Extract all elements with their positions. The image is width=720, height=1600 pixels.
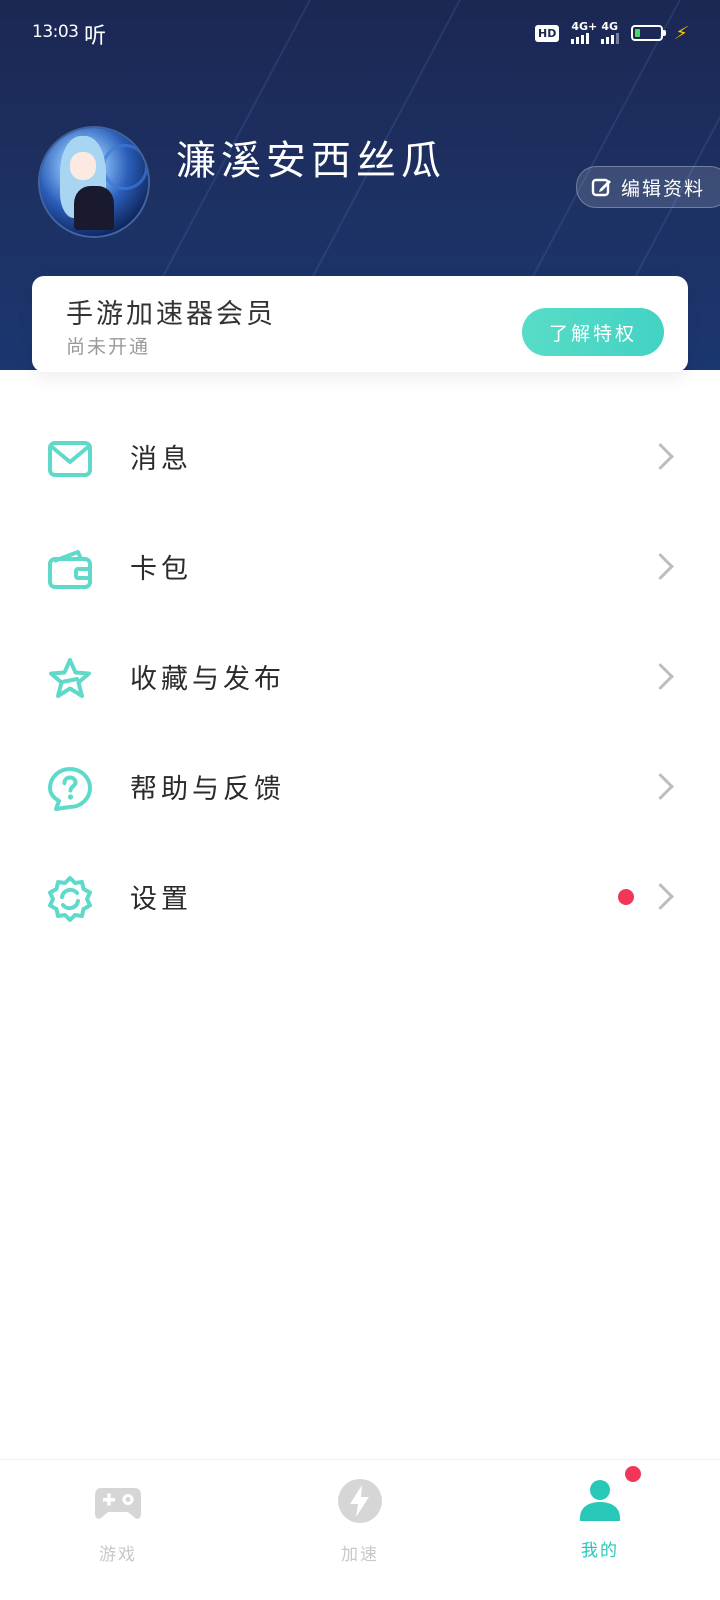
user-icon — [580, 1480, 620, 1521]
network-type-2: 4G — [601, 20, 619, 33]
chevron-right-icon — [647, 443, 674, 470]
status-app-indicator: 听 — [84, 24, 107, 49]
avatar[interactable] — [40, 128, 148, 236]
menu-item-settings[interactable]: 设置 — [0, 843, 720, 953]
signal-icon-1: 4G+ — [571, 20, 597, 44]
status-bar: 13:03 听 HD 4G+ 4G ⚡ — [0, 0, 720, 66]
menu-label-help: 帮助与反馈 — [130, 774, 285, 805]
learn-privileges-button[interactable]: 了解特权 — [522, 308, 664, 356]
menu-item-card-wallet[interactable]: 卡包 — [0, 513, 720, 623]
mail-icon — [48, 441, 92, 477]
wallet-icon — [48, 550, 92, 589]
menu-label-messages: 消息 — [130, 444, 192, 475]
menu-item-help[interactable]: 帮助与反馈 — [0, 733, 720, 843]
tab-games[interactable]: 游戏 — [58, 1476, 178, 1586]
bolt-icon — [338, 1479, 382, 1523]
bottom-nav: 游戏 加速 我的 — [0, 1459, 720, 1600]
status-time: 13:03 — [32, 22, 79, 42]
gamepad-icon — [95, 1488, 141, 1519]
menu-label-favorites: 收藏与发布 — [130, 664, 285, 695]
tab-label-games: 游戏 — [99, 1545, 137, 1565]
settings-badge — [618, 889, 634, 905]
battery-icon — [631, 25, 667, 41]
edit-icon — [591, 178, 611, 197]
vip-title: 手游加速器会员 — [66, 299, 276, 330]
hd-icon: HD — [535, 24, 560, 42]
help-icon — [48, 767, 92, 811]
tab-label-me: 我的 — [581, 1541, 619, 1561]
chevron-right-icon — [647, 553, 674, 580]
tab-me[interactable]: 我的 — [540, 1466, 660, 1586]
user-icon-wrapper — [575, 1466, 641, 1526]
tab-accelerate[interactable]: 加速 — [300, 1476, 420, 1586]
charging-icon: ⚡ — [672, 22, 691, 44]
vip-card[interactable]: 手游加速器会员 尚未开通 了解特权 — [32, 276, 688, 372]
username: 濂溪安西丝瓜 — [176, 138, 446, 184]
chevron-right-icon — [647, 883, 674, 910]
menu-item-messages[interactable]: 消息 — [0, 403, 720, 513]
menu-list: 消息 卡包 收藏与发布 帮助与反馈 设置 — [0, 403, 720, 953]
network-type-1: 4G+ — [571, 20, 598, 33]
chevron-right-icon — [647, 663, 674, 690]
signal-icon-2: 4G — [601, 20, 620, 44]
tab-label-accelerate: 加速 — [341, 1545, 379, 1565]
chevron-right-icon — [647, 773, 674, 800]
settings-icon — [48, 876, 92, 922]
vip-status: 尚未开通 — [66, 336, 151, 358]
menu-label-settings: 设置 — [130, 884, 192, 915]
menu-item-favorites[interactable]: 收藏与发布 — [0, 623, 720, 733]
tab-badge — [625, 1466, 641, 1482]
status-indicators: HD 4G+ 4G ⚡ — [535, 20, 691, 44]
edit-profile-button[interactable]: 编辑资料 — [575, 166, 720, 208]
menu-label-card-wallet: 卡包 — [130, 554, 192, 585]
edit-profile-label: 编辑资料 — [620, 177, 705, 200]
star-icon — [49, 658, 91, 698]
